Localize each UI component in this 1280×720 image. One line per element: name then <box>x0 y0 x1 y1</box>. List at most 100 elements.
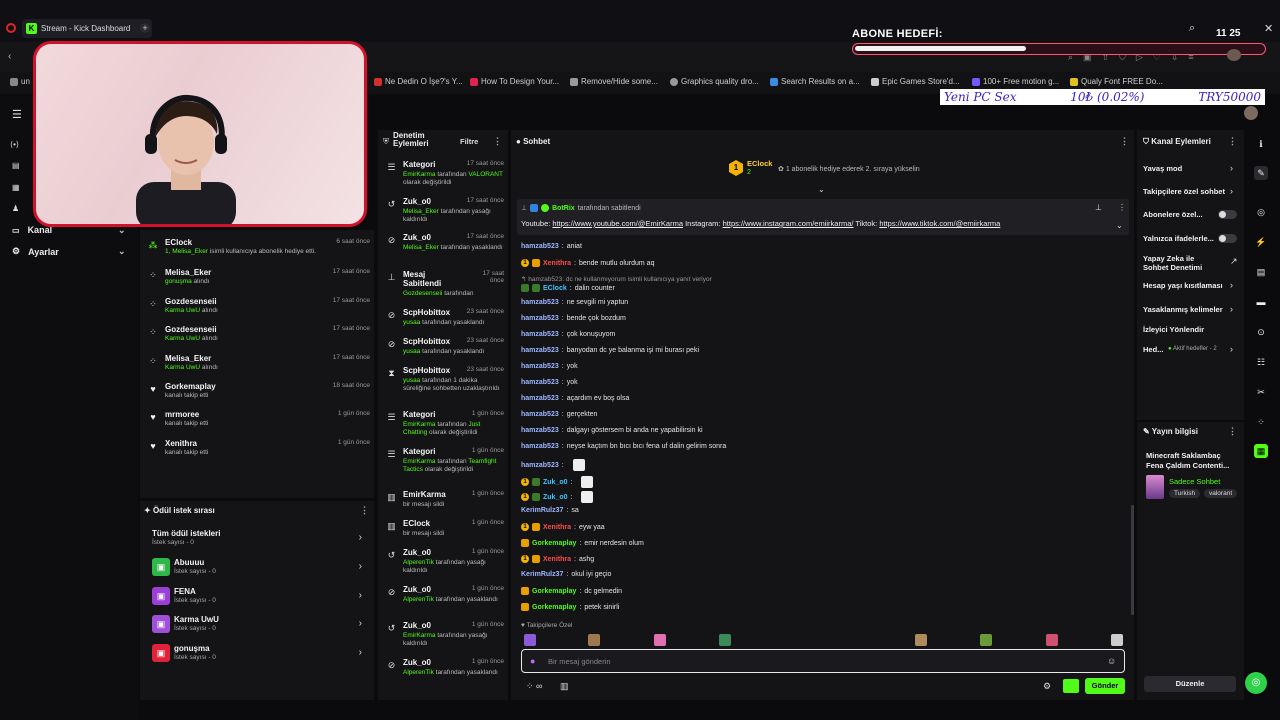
browser-tab[interactable]: K Stream - Kick Dashboard <box>22 19 152 38</box>
stream-category[interactable]: Sadece Sohbet <box>1169 477 1220 486</box>
close-window-icon[interactable]: ✕ <box>1264 22 1273 35</box>
moderator-name[interactable]: EmirKarma <box>403 171 436 178</box>
emote[interactable] <box>719 634 731 646</box>
reward-row[interactable]: ▣ Karma UwU İstek sayısı - 0 › <box>152 614 362 636</box>
activity-detail-user[interactable]: Karma UwU <box>165 335 200 342</box>
chat-username[interactable]: Xenithra <box>543 524 571 531</box>
chat-username[interactable]: hamzab523 <box>521 315 559 322</box>
document-icon[interactable]: ▤ <box>1254 265 1268 279</box>
chat-icon[interactable]: ▬ <box>1254 295 1268 309</box>
chat-username[interactable]: hamzab523 <box>521 299 559 306</box>
moderator-name[interactable]: AlperenTik <box>403 559 434 566</box>
chevron-right-icon[interactable]: › <box>1230 344 1233 354</box>
bookmark-item[interactable]: How To Design Your... <box>470 77 559 86</box>
bookmark-item[interactable]: Qualy Font FREE Do... <box>1070 77 1163 86</box>
send-button[interactable]: Gönder <box>1085 678 1125 694</box>
sidebar-icon[interactable]: ♟ <box>12 204 19 213</box>
user-avatar[interactable] <box>1244 106 1258 120</box>
moderation-subject[interactable]: ScpHobittox <box>403 308 450 317</box>
search-icon[interactable]: ⌕ <box>1189 22 1195 35</box>
emote[interactable] <box>654 634 666 646</box>
chat-username[interactable]: Zuk_o0 <box>543 479 568 486</box>
instagram-link[interactable]: https://www.instagram.com/emiirkarma/ <box>723 219 854 228</box>
chat-username[interactable]: hamzab523 <box>521 462 559 469</box>
moderator-name[interactable]: yusaa <box>403 319 420 326</box>
chat-username[interactable]: hamzab523 <box>521 379 559 386</box>
chat-username[interactable]: KerimRulz37 <box>521 507 563 514</box>
channel-action-item[interactable]: Hesap yaşı kısıtlaması <box>1143 281 1223 290</box>
more-options-icon[interactable]: ⋮ <box>360 505 369 516</box>
chat-tools-icon[interactable]: ⁘ ∞ <box>526 681 542 692</box>
moderation-subject[interactable]: Kategori <box>403 410 435 419</box>
emote[interactable] <box>980 634 992 646</box>
channel-action-item[interactable]: Abonelere özel... <box>1143 210 1203 219</box>
activity-user[interactable]: Gorkemaplay <box>165 382 216 391</box>
sidebar-icon[interactable]: ⟨•⟩ <box>10 140 19 149</box>
channel-action-item[interactable]: Yapay Zeka ile Sohbet Denetimi <box>1143 254 1221 272</box>
chat-username[interactable]: Gorkemaplay <box>532 604 576 611</box>
chat-username[interactable]: Gorkemaplay <box>532 540 576 547</box>
chat-username[interactable]: Xenithra <box>543 556 571 563</box>
top-gifter-name[interactable]: EClock <box>747 159 772 168</box>
moderation-subject[interactable]: ScpHobittox <box>403 366 450 375</box>
hamburger-menu-icon[interactable]: ☰ <box>12 108 22 121</box>
activity-detail-user[interactable]: 1, Melisa_Eker <box>165 248 208 255</box>
activity-user[interactable]: EClock <box>165 238 192 247</box>
emote[interactable] <box>1111 634 1123 646</box>
chat-input-box[interactable] <box>521 649 1125 673</box>
kick-app-icon[interactable]: ▦ <box>1254 444 1268 458</box>
more-options-icon[interactable]: ⋮ <box>1118 203 1126 212</box>
reward-row[interactable]: ▣ FENA İstek sayısı - 0 › <box>152 586 362 608</box>
activity-user[interactable]: Melisa_Eker <box>165 268 211 277</box>
moderation-subject[interactable]: Zuk_o0 <box>403 233 431 242</box>
chat-input[interactable]: Bir mesaj gönderin <box>548 657 611 666</box>
chat-username[interactable]: hamzab523 <box>521 427 559 434</box>
all-rewards-row[interactable]: Tüm ödül istekleri İstek sayısı - 0 › <box>152 528 362 550</box>
activity-user[interactable]: Gozdesenseii <box>165 297 217 306</box>
share-icon[interactable]: ⁘ <box>1254 415 1268 429</box>
moderation-subject[interactable]: EClock <box>403 519 430 528</box>
activity-user[interactable]: Melisa_Eker <box>165 354 211 363</box>
filter-button[interactable]: Filtre <box>460 137 478 146</box>
activity-detail-user[interactable]: gonuşma <box>165 278 192 285</box>
moderator-name[interactable]: AlperenTik <box>403 596 434 603</box>
chat-username[interactable]: hamzab523 <box>521 395 559 402</box>
moderator-name[interactable]: EmirKarma <box>403 421 436 428</box>
profile-avatar[interactable] <box>1227 49 1241 61</box>
bookmark-item[interactable]: Graphics quality dro... <box>670 77 759 86</box>
more-options-icon[interactable]: ⋮ <box>1120 136 1129 147</box>
moderator-name[interactable]: AlperenTik <box>403 669 434 676</box>
emote[interactable] <box>524 634 536 646</box>
more-options-icon[interactable]: ⋮ <box>1228 136 1237 147</box>
chat-username[interactable]: hamzab523 <box>521 243 559 250</box>
bookmark-item[interactable]: Search Results on a... <box>770 77 860 86</box>
channel-action-item[interactable]: Yasaklanmış kelimeler <box>1143 305 1223 314</box>
channel-action-item[interactable]: Yavaş mod <box>1143 164 1182 173</box>
chat-scrollbar[interactable] <box>1131 505 1134 615</box>
moderation-subject[interactable]: Zuk_o0 <box>403 658 431 667</box>
chevron-right-icon[interactable]: › <box>1230 304 1233 314</box>
moderation-subject[interactable]: Kategori <box>403 447 435 456</box>
reward-row[interactable]: ▣ Abuuuu İstek sayısı - 0 › <box>152 557 362 579</box>
emote[interactable] <box>915 634 927 646</box>
moderator-name[interactable]: EmirKarma <box>403 632 436 639</box>
chat-username[interactable]: hamzab523 <box>521 443 559 450</box>
chevron-right-icon[interactable]: › <box>1230 280 1233 290</box>
chat-username[interactable]: Zuk_o0 <box>543 494 568 501</box>
moderator-name[interactable]: Gozdesenseii <box>403 290 442 297</box>
moderation-subject[interactable]: Zuk_o0 <box>403 197 431 206</box>
unpin-icon[interactable]: ⊥ <box>1095 203 1102 212</box>
chevron-down-icon[interactable]: ⌄ <box>1116 221 1123 230</box>
support-chat-icon[interactable]: ◎ <box>1245 672 1267 694</box>
reward-row[interactable]: ▣ gonuşma İstek sayısı - 0 › <box>152 643 362 665</box>
edit-button[interactable]: Düzenle <box>1144 676 1236 692</box>
moderator-name[interactable]: Melisa_Eker <box>403 208 439 215</box>
sidebar-icon[interactable]: ▤ <box>12 161 20 170</box>
chat-username[interactable]: Xenithra <box>543 260 571 267</box>
chevron-right-icon[interactable]: › <box>1230 163 1233 173</box>
bookmark-item[interactable]: Remove/Hide some... <box>570 77 658 86</box>
moderator-name[interactable]: yusaa <box>403 377 420 384</box>
channel-action-item[interactable]: Takipçilere özel sohbet <box>1143 187 1225 196</box>
channel-action-item[interactable]: Yalnızca ifadelerle... <box>1143 234 1214 243</box>
moderation-subject[interactable]: EmirKarma <box>403 490 446 499</box>
